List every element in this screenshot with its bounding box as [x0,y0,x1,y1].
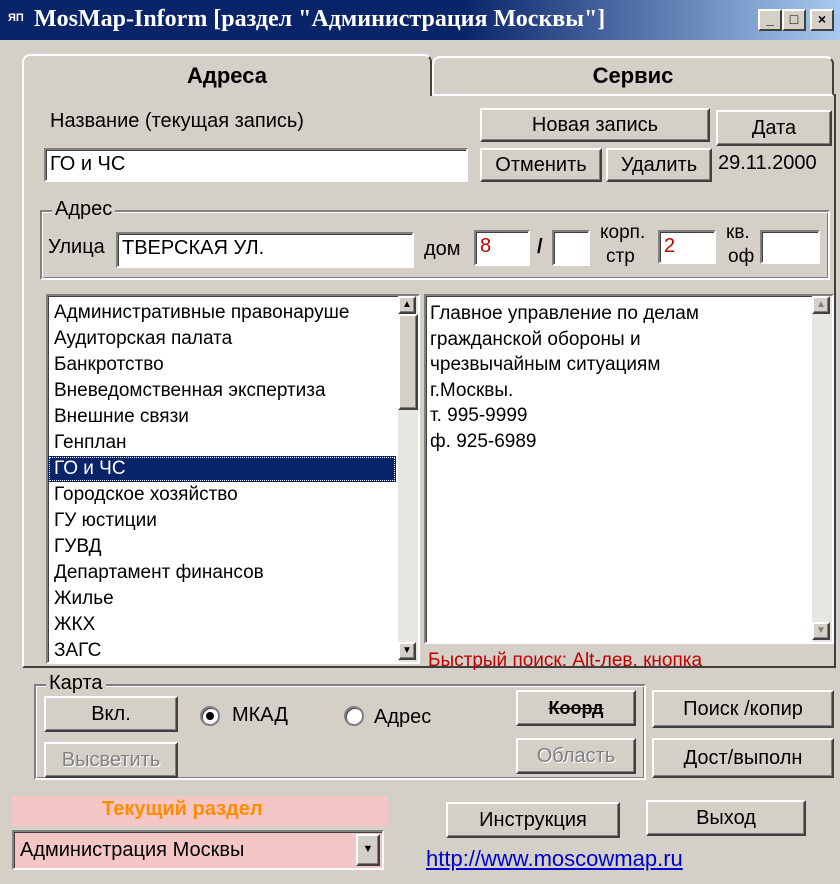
address-group-label: Адрес [52,198,116,221]
memo-scroll-up-icon[interactable]: ▲ [812,296,830,314]
fraction-field[interactable] [552,230,590,266]
list-item[interactable]: ЖКХ [48,612,396,638]
kv-field[interactable] [760,230,820,264]
details-line: г.Москвы. [430,379,514,401]
scroll-down-icon[interactable]: ▼ [398,642,416,660]
website-link[interactable]: http://www.moscowmap.ru [426,846,683,872]
name-field[interactable]: ГО и ЧС [44,148,468,182]
date-value: 29.11.2000 [718,152,817,174]
exit-button[interactable]: Выход [646,800,806,836]
list-item[interactable]: Генплан [48,430,396,456]
chevron-down-icon[interactable]: ▼ [356,834,380,866]
coord-button[interactable]: Коорд [516,690,636,726]
list-item[interactable]: Внешние связи [48,404,396,430]
details-line: гражданской обороны и [430,328,641,350]
list-item[interactable]: Банкротство [48,352,396,378]
current-section-select[interactable]: Администрация Москвы ▼ [12,830,384,870]
details-line: чрезвычайным ситуациям [430,354,661,375]
street-field[interactable]: ТВЕРСКАЯ УЛ. [116,232,414,268]
delete-button[interactable]: Удалить [606,148,712,182]
radio-address-label: Адрес [374,706,432,728]
details-line: Главное управление по делам [430,303,699,324]
quick-search-hint: Быстрый поиск: Alt-лев. кнопка [428,650,703,671]
search-copy-button[interactable]: Поиск /копир [652,690,834,728]
map-group-label: Карта [46,672,106,695]
sections-list[interactable]: Административные правонаруше Аудиторская … [46,294,420,664]
scroll-up-icon[interactable]: ▲ [398,296,416,314]
current-section-label: Текущий раздел [102,798,263,820]
area-button[interactable]: Область [516,738,636,774]
map-on-button[interactable]: Вкл. [44,696,178,732]
list-item[interactable]: ЗАГС [48,638,396,662]
radio-selected-dot [206,712,214,720]
window-title: MosMap-Inform [раздел "Администрация Мос… [34,6,606,32]
maximize-button[interactable]: □ [782,9,806,31]
details-line: т. 995-9999 [430,405,528,426]
name-label: Название (текущая запись) [50,110,304,132]
kv-label: кв. [726,222,750,243]
highlight-button[interactable]: Высветить [44,742,178,778]
list-item[interactable]: Аудиторская палата [48,326,396,352]
details-memo[interactable]: Главное управление по делам гражданской о… [424,294,834,644]
scroll-thumb[interactable] [398,314,418,410]
current-section-value: Администрация Москвы [20,839,245,861]
list-item[interactable]: ГУ юстиции [48,508,396,534]
list-item[interactable]: Вневедомственная экспертиза [48,378,396,404]
instruction-button[interactable]: Инструкция [446,802,620,838]
list-item[interactable]: Городское хозяйство [48,482,396,508]
memo-scroll-down-icon[interactable]: ▼ [812,622,830,640]
minimize-button[interactable]: _ [758,9,782,31]
close-button[interactable]: × [810,9,834,31]
memo-scrollbar[interactable]: ▲ ▼ [812,296,832,642]
korp-field[interactable]: 2 [658,230,716,264]
list-item[interactable]: Административные правонаруше [48,300,396,326]
list-item[interactable]: Департамент финансов [48,560,396,586]
slash-label: / [537,236,543,258]
radio-mkad[interactable] [200,706,220,726]
cancel-button[interactable]: Отменить [480,148,602,182]
str-label: стр [606,246,635,267]
radio-address[interactable] [344,706,364,726]
of-label: оф [728,246,755,267]
house-field[interactable]: 8 [474,230,530,266]
house-label: дом [424,238,461,260]
date-button[interactable]: Дата [716,110,832,146]
tab-service[interactable]: Сервис [432,56,834,96]
list-item[interactable]: ГО и ЧС [48,456,396,482]
list-scrollbar[interactable]: ▲ ▼ [398,296,418,662]
list-item[interactable]: ГУВД [48,534,396,560]
list-item[interactable]: Жилье [48,586,396,612]
new-record-button[interactable]: Новая запись [480,108,710,142]
app-icon: ЯП [8,12,24,24]
title-bar[interactable]: ЯП MosMap-Inform [раздел "Администрация … [0,0,840,40]
dost-button[interactable]: Дост/выполн [652,738,834,778]
tab-addresses[interactable]: Адреса [22,54,432,96]
korp-label: корп. [600,222,646,243]
street-label: Улица [48,236,105,258]
radio-mkad-label: МКАД [232,704,288,726]
details-line: ф. 925-6989 [430,430,537,452]
